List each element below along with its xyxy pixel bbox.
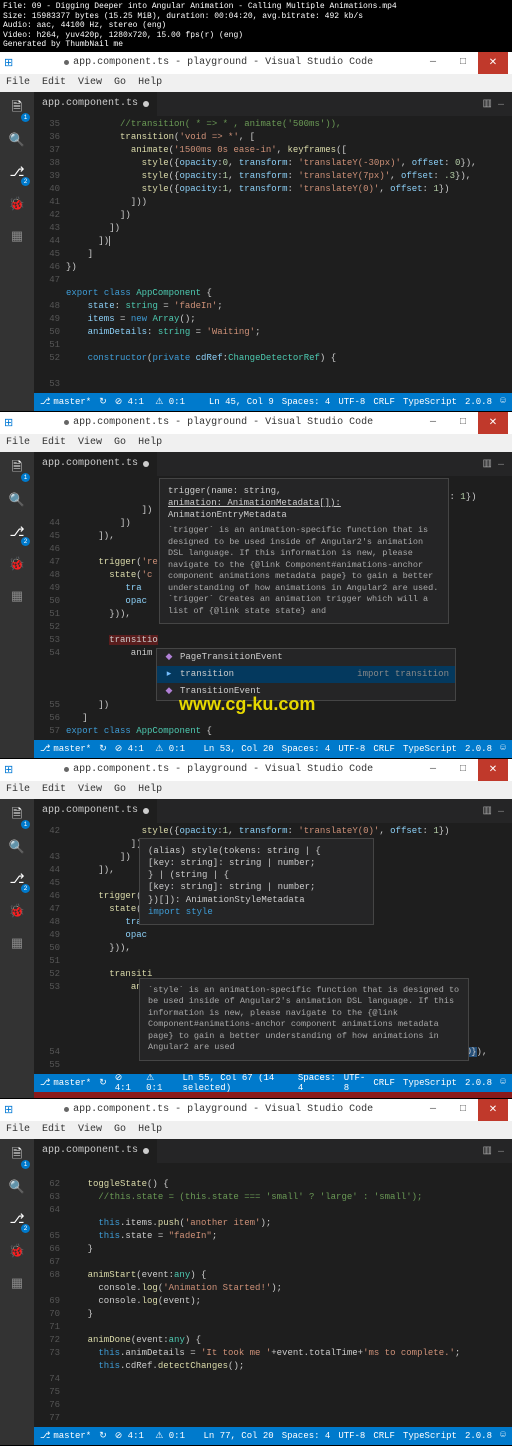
- split-editor-icon[interactable]: ▥: [483, 98, 492, 110]
- vscode-window-3: ⊞app.component.ts - playground - Visual …: [0, 759, 512, 1098]
- git-icon[interactable]: ⎇2: [6, 522, 28, 544]
- cursor-position[interactable]: Ln 45, Col 9: [209, 397, 274, 407]
- unsaved-dot-icon: [143, 101, 149, 107]
- vscode-window-4: ⊞app.component.ts - playground - Visual …: [0, 1099, 512, 1445]
- vscode-icon: ⊞: [4, 56, 13, 70]
- encoding[interactable]: UTF-8: [338, 397, 365, 407]
- close-button[interactable]: ✕: [478, 52, 508, 74]
- more-actions-icon[interactable]: …: [498, 98, 504, 109]
- menu-edit[interactable]: Edit: [42, 77, 66, 88]
- git-branch[interactable]: ⎇ master*: [40, 397, 91, 407]
- hover-tooltip: trigger(name: string, animation: Animati…: [159, 478, 449, 624]
- tab-bar: app.component.ts ▥ …: [34, 92, 512, 116]
- code-editor[interactable]: 62636465666768697071727374757677 toggleS…: [34, 1163, 512, 1427]
- menu-file[interactable]: File: [6, 77, 30, 88]
- vscode-window-2: ⊞ app.component.ts - playground - Visual…: [0, 412, 512, 758]
- status-bar: ⎇ master* ↻ ⊘ 4:1 ⚠ 0:1 Ln 45, Col 9 Spa…: [34, 393, 512, 411]
- code-editor[interactable]: 35363738394041424344454647484950515253 /…: [34, 116, 512, 393]
- suggestion-widget[interactable]: ◆PageTransitionEvent ▸transitionimport t…: [156, 648, 456, 701]
- extensions-icon[interactable]: ▦: [6, 226, 28, 248]
- title-bar: ⊞ app.component.ts - playground - Visual…: [0, 52, 512, 74]
- code-editor[interactable]: 4445464748495051525354555657 ffset: 1}) …: [34, 476, 512, 740]
- line-gutter: 35363738394041424344454647484950515253: [34, 118, 66, 391]
- suggestion-item[interactable]: ◆TransitionEvent: [157, 683, 455, 700]
- error-strip: [34, 1092, 512, 1098]
- suggestion-item[interactable]: ◆PageTransitionEvent: [157, 649, 455, 666]
- suggestion-item[interactable]: ▸transitionimport transition: [157, 666, 455, 683]
- video-metadata: File: 09 - Digging Deeper into Angular A…: [0, 0, 512, 52]
- language[interactable]: TypeScript: [403, 397, 457, 407]
- eol[interactable]: CRLF: [373, 397, 395, 407]
- sync-icon[interactable]: ↻: [99, 397, 107, 407]
- ts-version[interactable]: 2.0.8: [465, 397, 492, 407]
- search-icon[interactable]: 🔍: [6, 130, 28, 152]
- vscode-icon: ⊞: [4, 416, 13, 430]
- maximize-button[interactable]: □: [448, 52, 478, 74]
- hover-tooltip: (alias) style(tokens: string | { [key: s…: [139, 838, 374, 925]
- explorer-icon[interactable]: 🗎1: [6, 98, 28, 120]
- debug-icon[interactable]: 🐞: [6, 554, 28, 576]
- explorer-icon[interactable]: 🗎1: [6, 458, 28, 480]
- minimize-button[interactable]: —: [418, 52, 448, 74]
- editor-tab[interactable]: app.component.ts: [34, 92, 157, 116]
- menu-help[interactable]: Help: [138, 77, 162, 88]
- search-icon[interactable]: 🔍: [6, 490, 28, 512]
- vscode-window-1: ⊞ app.component.ts - playground - Visual…: [0, 52, 512, 411]
- menu-bar: File Edit View Go Help: [0, 74, 512, 92]
- window-title: app.component.ts - playground - Visual S…: [73, 57, 373, 68]
- debug-icon[interactable]: 🐞: [6, 194, 28, 216]
- extensions-icon[interactable]: ▦: [6, 586, 28, 608]
- menu-view[interactable]: View: [78, 77, 102, 88]
- git-icon[interactable]: ⎇2: [6, 162, 28, 184]
- code-editor[interactable]: 4243444546474849505152535455 style({opac…: [34, 823, 512, 1074]
- modified-dot-icon: [64, 60, 69, 65]
- activity-bar: 🗎1 🔍 ⎇2 🐞 ▦: [0, 92, 34, 411]
- hover-doc: `style` is an animation-specific functio…: [139, 978, 469, 1061]
- indent[interactable]: Spaces: 4: [282, 397, 331, 407]
- problems[interactable]: ⊘ 4:1 ⚠ 0:1: [115, 397, 185, 407]
- feedback-icon[interactable]: ☺: [500, 396, 506, 407]
- menu-go[interactable]: Go: [114, 77, 126, 88]
- code-content[interactable]: //transition( * => * , animate('500ms'))…: [66, 118, 512, 391]
